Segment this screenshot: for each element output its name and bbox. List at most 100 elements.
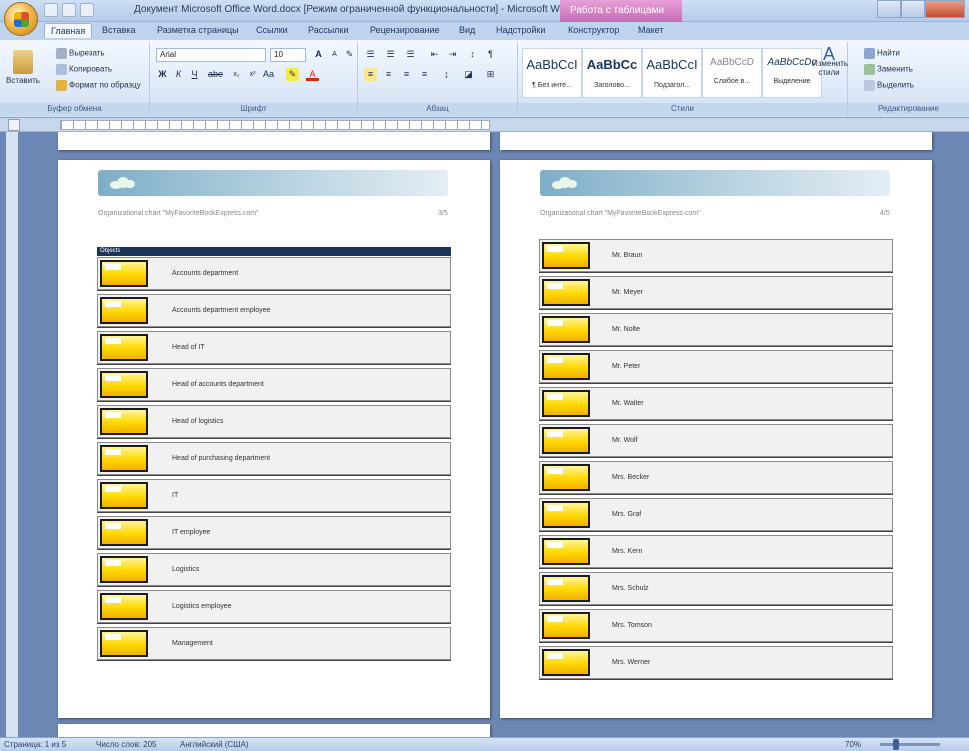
page-3[interactable]: Organizational chart "MyFavoriteBookExpr… <box>58 160 490 718</box>
clipboard-group: Вставить Вырезать Копировать Формат по о… <box>0 42 150 116</box>
list-item[interactable]: Head of logistics <box>97 405 451 438</box>
sort-icon[interactable]: ↕ <box>466 48 479 61</box>
document-workspace[interactable]: Organizational chart "MyFavoriteBookExpr… <box>0 132 969 737</box>
line-spacing-icon[interactable]: ↨ <box>440 68 453 81</box>
tab-references[interactable]: Ссылки <box>256 25 288 35</box>
style-subtle-emphasis[interactable]: AaBbCcD Слабое в... <box>702 48 762 98</box>
item-label: Head of IT <box>172 344 205 351</box>
tab-mailings[interactable]: Рассылки <box>308 25 348 35</box>
tab-insert[interactable]: Вставка <box>102 25 135 35</box>
cut-button[interactable]: Вырезать <box>56 48 105 59</box>
list-item[interactable]: Mr. Braun <box>539 239 893 272</box>
list-item[interactable]: Mr. Nolte <box>539 313 893 346</box>
highlight-icon[interactable]: ✎ <box>286 68 299 81</box>
underline-icon[interactable]: Ч <box>188 68 201 81</box>
language-status[interactable]: Английский (США) <box>180 740 249 749</box>
tab-page-layout[interactable]: Разметка страницы <box>157 25 239 35</box>
shading-icon[interactable]: ◪ <box>462 68 475 81</box>
multilevel-list-icon[interactable]: ☰ <box>404 48 417 61</box>
list-item[interactable]: Management <box>97 627 451 660</box>
numbering-icon[interactable]: ☰ <box>384 48 397 61</box>
change-styles-button[interactable]: A Изменить стили <box>812 45 848 77</box>
font-size-select[interactable]: 10 <box>270 48 306 62</box>
redo-icon[interactable] <box>80 3 94 17</box>
list-item[interactable]: Mrs. Werner <box>539 646 893 679</box>
horizontal-ruler[interactable] <box>60 120 490 130</box>
list-item[interactable]: Mrs. Kern <box>539 535 893 568</box>
list-item[interactable]: Head of accounts department <box>97 368 451 401</box>
maximize-button[interactable] <box>901 0 925 18</box>
list-item[interactable]: IT employee <box>97 516 451 549</box>
office-button[interactable] <box>4 2 38 36</box>
style-no-spacing[interactable]: AaBbCcI ¶ Без инте... <box>522 48 582 98</box>
zoom-slider[interactable] <box>880 743 940 746</box>
tab-layout[interactable]: Макет <box>638 25 663 35</box>
list-item[interactable]: Mr. Peter <box>539 350 893 383</box>
item-label: Head of logistics <box>172 418 224 425</box>
increase-indent-icon[interactable]: ⇥ <box>446 48 459 61</box>
zoom-slider-handle[interactable] <box>893 739 899 750</box>
list-item[interactable]: Logistics <box>97 553 451 586</box>
item-label: Logistics employee <box>172 603 232 610</box>
decrease-indent-icon[interactable]: ⇤ <box>428 48 441 61</box>
vertical-ruler[interactable] <box>6 132 18 737</box>
list-item[interactable]: IT <box>97 479 451 512</box>
list-item[interactable]: Mrs. Schulz <box>539 572 893 605</box>
tab-home[interactable]: Главная <box>44 23 93 38</box>
style-subtitle[interactable]: AaBbCcI Подзагол... <box>642 48 702 98</box>
select-button[interactable]: Выделить <box>864 80 914 91</box>
close-button[interactable] <box>925 0 965 18</box>
italic-icon[interactable]: К <box>172 68 185 81</box>
strikethrough-icon[interactable]: abe <box>208 68 223 81</box>
list-item[interactable]: Mr. Wolf <box>539 424 893 457</box>
align-right-icon[interactable]: ≡ <box>400 68 413 81</box>
tab-addins[interactable]: Надстройки <box>496 25 545 35</box>
tab-selector-button[interactable] <box>8 119 20 131</box>
change-case-icon[interactable]: Aa <box>262 68 275 81</box>
replace-button[interactable]: Заменить <box>864 64 913 75</box>
list-item[interactable]: Mrs. Graf <box>539 498 893 531</box>
word-count-status[interactable]: Число слов: 205 <box>96 740 156 749</box>
list-item[interactable]: Logistics employee <box>97 590 451 623</box>
item-label: Accounts department <box>172 270 239 277</box>
save-icon[interactable] <box>44 3 58 17</box>
align-left-icon[interactable]: ≡ <box>364 68 377 81</box>
minimize-button[interactable] <box>877 0 901 18</box>
tab-review[interactable]: Рецензирование <box>370 25 440 35</box>
bullets-icon[interactable]: ☰ <box>364 48 377 61</box>
list-item[interactable]: Mrs. Tomson <box>539 609 893 642</box>
undo-icon[interactable] <box>62 3 76 17</box>
style-heading-1[interactable]: AaBbCc Заголово... <box>582 48 642 98</box>
superscript-icon[interactable]: x² <box>246 68 259 81</box>
tab-design[interactable]: Конструктор <box>568 25 619 35</box>
font-name-select[interactable]: Arial <box>156 48 266 62</box>
tab-view[interactable]: Вид <box>459 25 475 35</box>
page-count-status[interactable]: Страница: 1 из 5 <box>4 740 66 749</box>
list-item[interactable]: Mr. Meyer <box>539 276 893 309</box>
shrink-font-icon[interactable]: A <box>328 48 341 61</box>
page-4[interactable]: Organizational chart "MyFavoriteBookExpr… <box>500 160 932 718</box>
grow-font-icon[interactable]: A <box>312 48 325 61</box>
clear-format-icon[interactable]: ✎ <box>343 48 356 61</box>
show-marks-icon[interactable]: ¶ <box>484 48 497 61</box>
borders-icon[interactable]: ⊞ <box>484 68 497 81</box>
list-item[interactable]: Mr. Walter <box>539 387 893 420</box>
list-item[interactable]: Head of purchasing department <box>97 442 451 475</box>
list-item[interactable]: Accounts department employee <box>97 294 451 327</box>
office-logo-icon <box>14 12 29 27</box>
subscript-icon[interactable]: x₂ <box>230 68 243 81</box>
justify-icon[interactable]: ≡ <box>418 68 431 81</box>
zoom-level[interactable]: 70% <box>845 740 861 749</box>
object-icon <box>100 371 148 398</box>
find-button[interactable]: Найти <box>864 48 900 59</box>
bold-icon[interactable]: Ж <box>156 68 169 81</box>
list-item[interactable]: Head of IT <box>97 331 451 364</box>
copy-button[interactable]: Копировать <box>56 64 112 75</box>
list-item[interactable]: Mrs. Becker <box>539 461 893 494</box>
item-label: Mr. Peter <box>612 363 641 370</box>
format-painter-button[interactable]: Формат по образцу <box>56 80 141 91</box>
align-center-icon[interactable]: ≡ <box>382 68 395 81</box>
font-color-icon[interactable]: A <box>306 68 319 81</box>
list-item[interactable]: Accounts department <box>97 257 451 290</box>
paste-button[interactable]: Вставить <box>6 50 40 85</box>
